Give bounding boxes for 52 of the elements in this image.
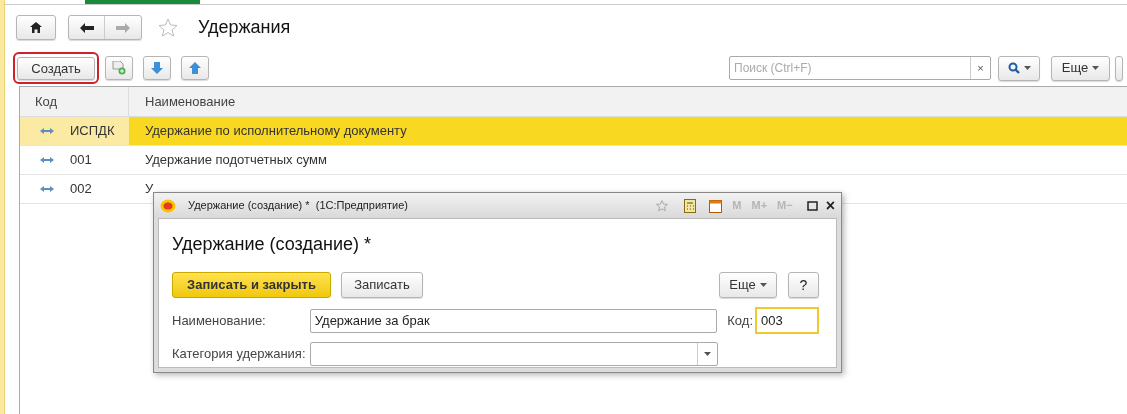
code-text: 002 — [70, 180, 92, 199]
item-icon — [40, 186, 54, 192]
document-plus-icon — [112, 61, 126, 75]
search-button[interactable] — [998, 55, 1040, 81]
field-label: Категория удержания: — [172, 344, 307, 363]
table-cell-text: Удержание подотчетных сумм — [144, 151, 328, 170]
down-arrow-icon — [151, 62, 163, 74]
code-text: ИСПДК — [70, 122, 115, 141]
help-button[interactable]: ? — [788, 272, 819, 298]
code-text: 001 — [70, 151, 92, 170]
save-button[interactable]: Записать — [341, 272, 423, 298]
caret-icon — [1023, 66, 1031, 70]
create-button[interactable]: Создать — [17, 57, 95, 81]
maximize-icon[interactable] — [806, 200, 818, 211]
page-title: Удержания — [198, 16, 291, 39]
clear-button[interactable]: × — [970, 57, 990, 79]
caret-icon — [759, 283, 767, 287]
toolbar-button[interactable] — [1115, 55, 1123, 81]
app-logo-icon — [160, 198, 176, 213]
search-icon — [1007, 62, 1020, 74]
field-label: Наименование: — [172, 311, 267, 330]
name-field[interactable]: Удержание за брак — [309, 308, 718, 333]
item-icon — [40, 157, 54, 163]
table-cell-text: У — [144, 180, 155, 199]
calculator-icon[interactable] — [684, 198, 697, 213]
star-icon[interactable] — [656, 199, 669, 212]
close-button[interactable]: × — [825, 197, 835, 214]
category-field[interactable] — [310, 341, 718, 366]
star-icon[interactable] — [158, 18, 178, 37]
column-header[interactable]: Код — [20, 87, 129, 116]
caret-icon — [1092, 66, 1100, 70]
column-header[interactable]: Наименование — [129, 87, 1127, 116]
up-arrow-icon — [189, 62, 201, 74]
calendar-icon[interactable] — [709, 198, 723, 213]
more-button[interactable]: Еще — [1051, 55, 1110, 81]
caret-icon — [704, 351, 711, 356]
search-field[interactable]: Поиск (Ctrl+F) × — [729, 56, 991, 80]
table-cell: Удержание по исполнительному документу — [129, 117, 1127, 145]
item-icon — [40, 128, 54, 134]
right-arrow-icon — [116, 22, 130, 33]
move-down-button[interactable] — [143, 56, 171, 80]
window-title: Удержание (создание) * (1С:Предприятие) — [188, 198, 408, 214]
home-button[interactable] — [16, 15, 56, 40]
add-copy-button[interactable] — [105, 56, 133, 80]
field-label: Код: — [727, 311, 753, 330]
more-button[interactable]: Еще — [719, 272, 777, 298]
save-and-close-button[interactable]: Записать и закрыть — [172, 272, 331, 298]
code-field[interactable]: 003 — [755, 307, 819, 334]
left-arrow-icon — [79, 22, 94, 33]
form-heading: Удержание (создание) * — [172, 233, 372, 256]
home-icon — [30, 22, 42, 33]
move-up-button[interactable] — [181, 56, 209, 80]
